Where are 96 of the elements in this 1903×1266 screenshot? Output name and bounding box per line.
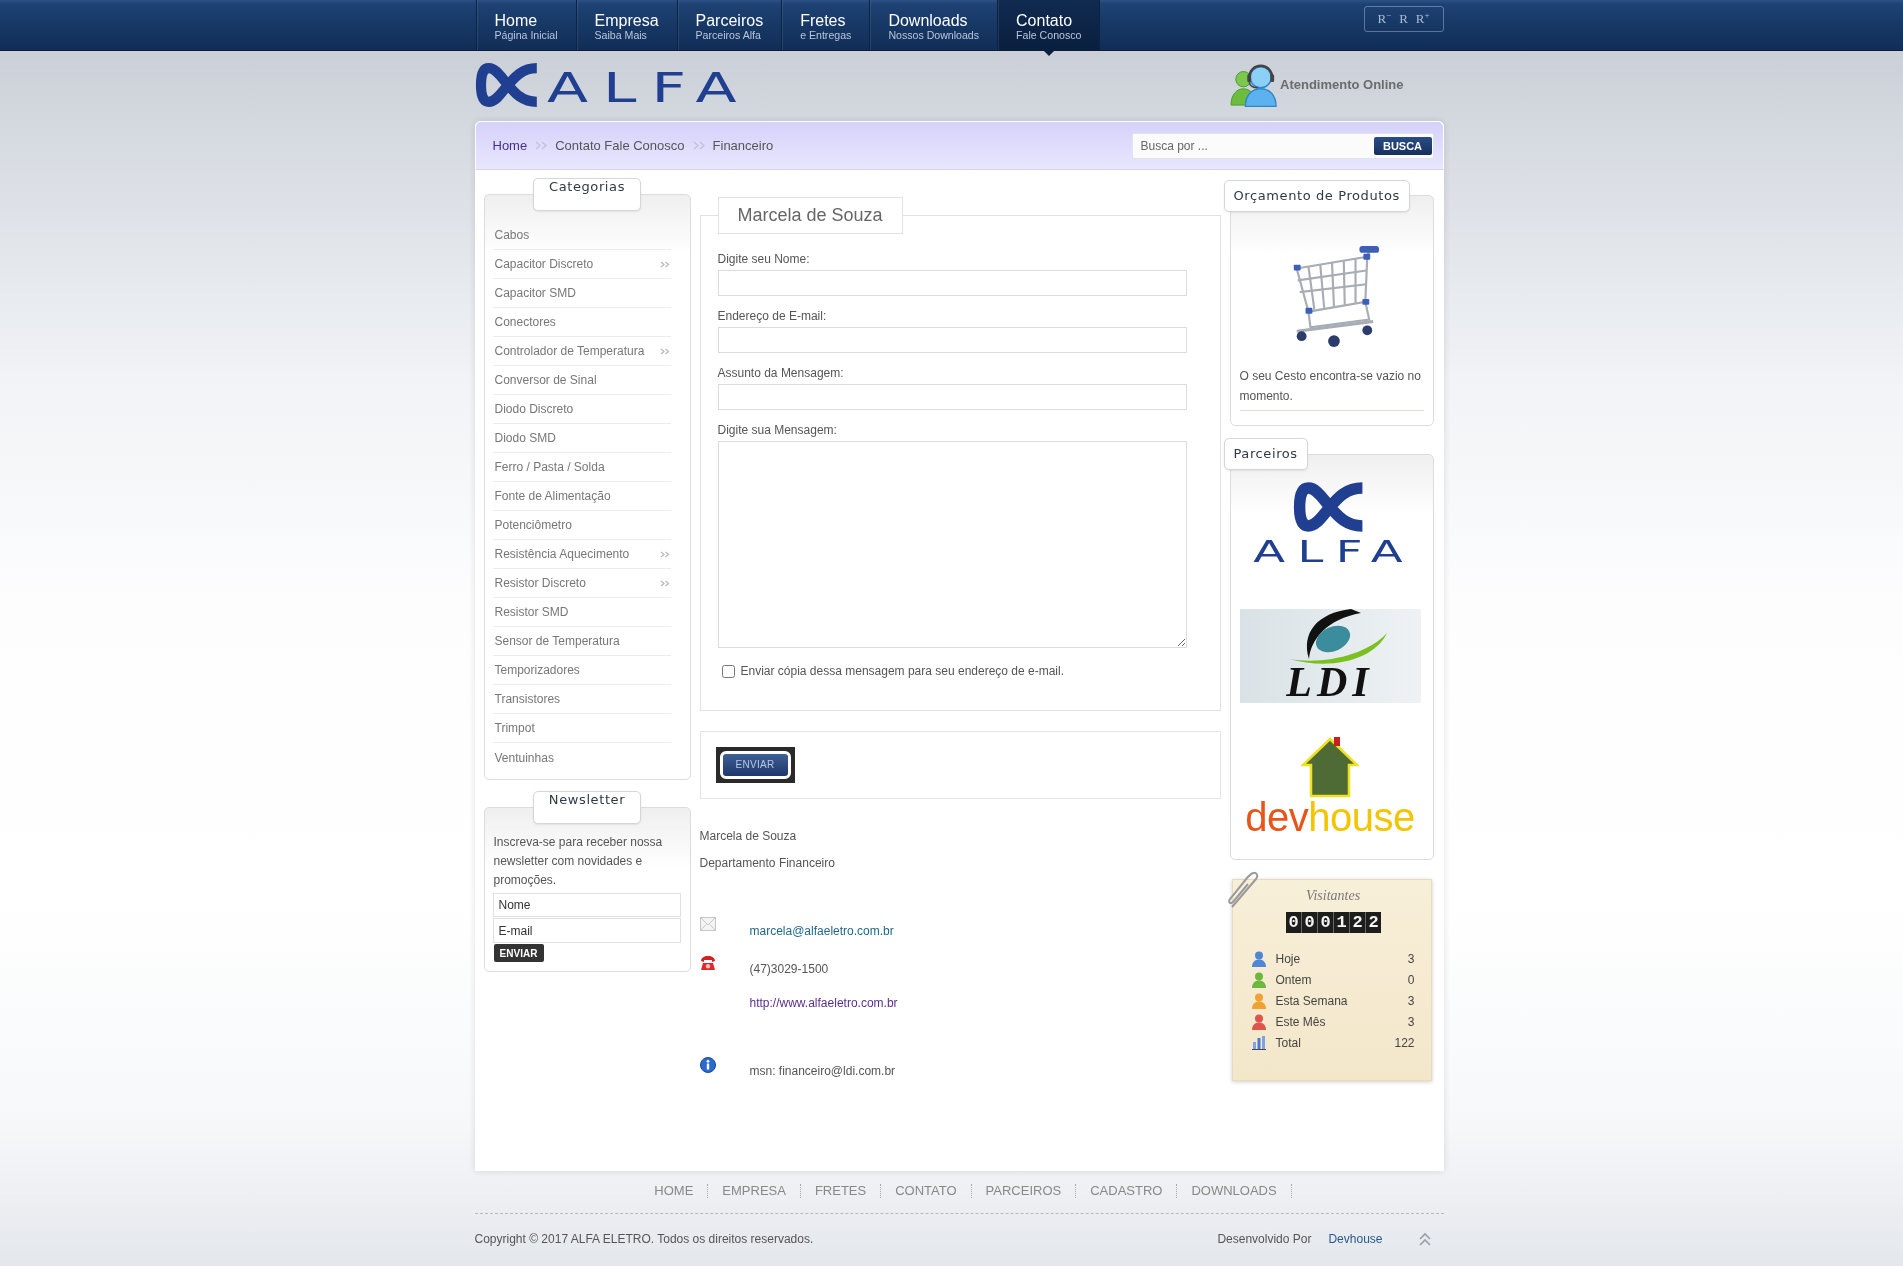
developer-link[interactable]: Devhouse	[1328, 1231, 1383, 1247]
breadcrumb-link[interactable]: Home	[492, 138, 528, 153]
newsletter-text: Inscreva-se para receber nossa newsletter com novidades e promoções.	[492, 834, 664, 889]
info-icon	[699, 1057, 716, 1073]
nav-tab[interactable]: Empresa Saiba Mais	[576, 0, 678, 50]
stat-label: Este Mês	[1275, 1014, 1327, 1029]
checkbox-label[interactable]: Enviar cópia dessa mensagem para seu endereço de e-mail.	[740, 664, 1064, 678]
category-link[interactable]: Resistor Discreto	[492, 569, 671, 598]
stat-value: 0	[1407, 972, 1415, 987]
copyright-text: Copyright © 2017 ALFA ELETRO. Todos os direitos reservados.	[474, 1231, 814, 1247]
form-title: Marcela de Souza	[717, 197, 903, 234]
chevrons-icon	[659, 260, 670, 268]
footer-link[interactable]: EMPRESA	[708, 1184, 801, 1198]
logo[interactable]: ALFA	[474, 61, 765, 109]
category-link[interactable]: Fonte de Alimentação	[492, 482, 671, 511]
stat-label: Total	[1275, 1035, 1302, 1050]
website-link[interactable]: http://www.alfaeletro.com.br	[749, 989, 898, 1011]
stat-label: Ontem	[1275, 972, 1313, 987]
section-title: Parceiros	[1223, 438, 1308, 470]
category-link[interactable]: Capacitor SMD	[492, 279, 671, 308]
breadcrumb-item: Contato Fale Conosco	[555, 138, 685, 153]
category-link[interactable]: Resistência Aquecimento	[492, 540, 671, 569]
live-support-link[interactable]: Atendimento Online	[1229, 61, 1404, 107]
category-link[interactable]: Transistores	[492, 685, 671, 714]
nav-tab[interactable]: Parceiros Parceiros Alfa	[677, 0, 783, 50]
field-label: Digite seu Nome:	[717, 252, 811, 267]
bar-chart-icon	[1251, 1035, 1266, 1050]
category-link[interactable]: Ferro / Pasta / Solda	[492, 453, 671, 482]
visitors-title: Visitantes	[1304, 887, 1362, 905]
input-field[interactable]	[717, 327, 1187, 353]
stat-label: Hoje	[1275, 951, 1302, 966]
category-link[interactable]: Capacitor Discreto	[492, 250, 671, 279]
footer-link[interactable]: CADASTRO	[1076, 1184, 1178, 1198]
category-link[interactable]: Controlador de Temperatura	[492, 337, 671, 366]
message-field[interactable]	[717, 441, 1187, 648]
nav-tab[interactable]: Fretes e Entregas	[782, 0, 871, 50]
stat-value: 3	[1407, 951, 1415, 966]
stat-label: Esta Semana	[1275, 993, 1349, 1008]
chevrons-icon	[535, 141, 548, 150]
category-link[interactable]: Trimpot	[492, 714, 671, 743]
visit-counter-display: 000122	[1285, 912, 1381, 933]
category-link[interactable]: Resistor SMD	[492, 598, 671, 627]
checkbox[interactable]	[721, 664, 735, 678]
input-field[interactable]	[717, 270, 1187, 296]
chevrons-icon	[659, 579, 670, 587]
footer-link[interactable]: CONTATO	[881, 1184, 972, 1198]
subscribe-button[interactable]: ENVIAR	[493, 944, 544, 962]
field-label: Endereço de E-mail:	[717, 309, 828, 324]
section-title: Newsletter	[532, 791, 642, 824]
category-link[interactable]: Potenciômetro	[492, 511, 671, 540]
scroll-top-icon[interactable]	[1418, 1232, 1431, 1246]
contact-name: Marcela de Souza	[699, 828, 798, 844]
section-title: Categorias	[532, 178, 641, 211]
field-label: Digite sua Mensagem:	[717, 423, 838, 438]
category-link[interactable]: Diodo SMD	[492, 424, 671, 453]
footer-link[interactable]: PARCEIROS	[971, 1184, 1077, 1198]
breadcrumb-item: Financeiro	[712, 138, 774, 153]
partner-logo-link[interactable]: LDI	[1239, 609, 1421, 703]
category-link[interactable]: Conectores	[492, 308, 671, 337]
text-size-button[interactable]: R	[1397, 11, 1410, 27]
input-field[interactable]: E-mail	[492, 918, 681, 943]
input-field[interactable]	[717, 384, 1187, 410]
category-link[interactable]: Ventuinhas	[492, 743, 671, 772]
field-label: Assunto da Mensagem:	[717, 366, 845, 381]
nav-tab[interactable]: Home Página Inicial	[476, 0, 577, 50]
category-link[interactable]: Conversor de Sinal	[492, 366, 671, 395]
stat-value: 3	[1407, 993, 1415, 1008]
text-size-button[interactable]: R$^{+}$	[1413, 11, 1432, 27]
envelope-icon	[699, 917, 716, 931]
text-size-button[interactable]: R$^{−}$	[1375, 11, 1394, 27]
chevrons-icon	[659, 550, 670, 558]
footer-link[interactable]: DOWNLOADS	[1177, 1184, 1292, 1198]
category-link[interactable]: Cabos	[492, 221, 671, 250]
developed-by-text: Desenvolvido Por	[1217, 1231, 1312, 1247]
paperclip-icon	[1225, 871, 1260, 909]
footer-link[interactable]: HOME	[640, 1184, 709, 1198]
email-link[interactable]: marcela@alfaeletro.com.br	[749, 917, 894, 939]
stat-value: 3	[1407, 1014, 1415, 1029]
stat-value: 122	[1394, 1035, 1415, 1050]
footer-link[interactable]: FRETES	[800, 1184, 882, 1198]
send-button[interactable]: ENVIAR	[715, 747, 795, 783]
input-field[interactable]: Nome	[492, 893, 681, 917]
category-link[interactable]: Diodo Discreto	[492, 395, 671, 424]
msn-contact: msn: financeiro@ldi.com.br	[749, 1063, 896, 1079]
category-link[interactable]: Temporizadores	[492, 656, 671, 685]
category-link[interactable]: Sensor de Temperatura	[492, 627, 671, 656]
phone-number: (47)3029-1500	[749, 961, 829, 977]
chevrons-icon	[692, 141, 705, 150]
chevrons-icon	[659, 347, 670, 355]
contact-department: Departamento Financeiro	[699, 855, 836, 871]
section-title: Orçamento de Produtos	[1223, 180, 1410, 212]
phone-icon	[699, 955, 716, 971]
partner-logo-link[interactable]: devhouse	[1239, 737, 1421, 837]
empty-cart-text: O seu Cesto encontra-se vazio no momento.	[1239, 366, 1424, 411]
house-icon	[1301, 737, 1359, 798]
partner-logo-link[interactable]: ALFA	[1239, 480, 1421, 573]
